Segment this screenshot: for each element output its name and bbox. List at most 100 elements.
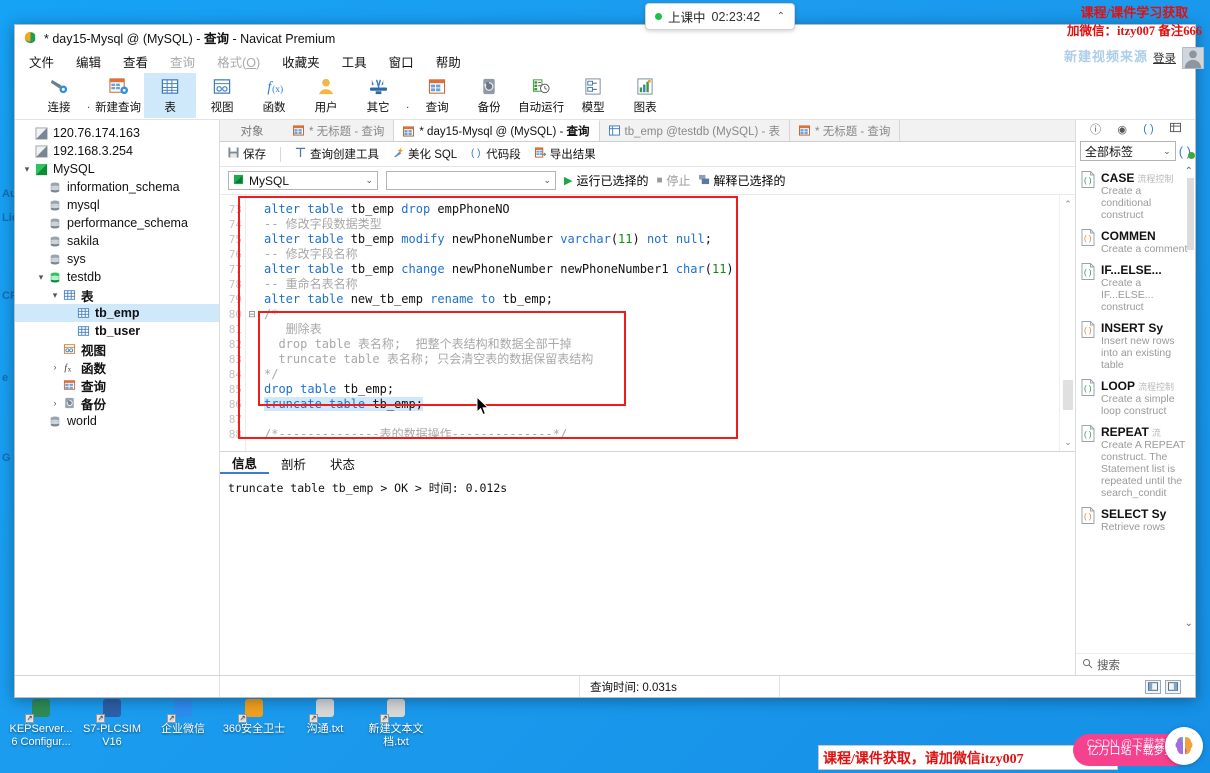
add-snippet-icon[interactable]: ( ) bbox=[1179, 144, 1195, 159]
code-line[interactable]: truncate table 表名称; 只会清空表的数据保留表结构 bbox=[264, 352, 1059, 367]
expand-arrow-icon[interactable]: ▾ bbox=[21, 164, 33, 175]
editor-scrollbar[interactable]: ⌃ ⌄ bbox=[1059, 195, 1075, 451]
code-line[interactable]: drop table tb_emp; bbox=[264, 382, 1059, 397]
chevron-up-icon[interactable]: ⌃ bbox=[777, 11, 785, 22]
toolbar-模型[interactable]: 模型 bbox=[567, 73, 619, 118]
tree-node-information_schema[interactable]: information_schema bbox=[15, 178, 219, 196]
code-line[interactable]: alter table tb_emp drop empPhoneNO bbox=[264, 202, 1059, 217]
tree-node-MySQL[interactable]: ▾ MySQL bbox=[15, 160, 219, 178]
code-line[interactable]: 删除表 bbox=[264, 322, 1059, 337]
result-tab-剖析[interactable]: 剖析 bbox=[269, 452, 318, 474]
tree-node-函数[interactable]: › f x 函数 bbox=[15, 358, 219, 376]
editor-tab-2[interactable]: tb_emp @testdb (MySQL) - 表 bbox=[599, 120, 791, 141]
tree-node-sakila[interactable]: sakila bbox=[15, 232, 219, 250]
snippet-panel[interactable]: ⓘ ◉ ( ) 全部标签 ⌄ ( ) ⌃ ⌄ ( ) CASE 流程控制 Cre… bbox=[1075, 120, 1195, 675]
main-toolbar[interactable]: 连接. 新建查询 表 视图 f (x) 函数 用户 其它. 查询 备份 自动运行 模型 图表 bbox=[15, 73, 1195, 120]
tree-node-视图[interactable]: 视图 bbox=[15, 340, 219, 358]
sql-editor-inner[interactable]: 73 74 75 76 77 78 79 80 81 82 83 84 85 86 87 88 ⊟ alter… bbox=[220, 195, 1059, 451]
expand-arrow-icon[interactable]: › bbox=[49, 362, 61, 372]
snippet-item-COMMEN[interactable]: ( ) COMMEN Create a comment bbox=[1076, 226, 1195, 260]
toolbar-备份[interactable]: 备份 bbox=[463, 73, 515, 118]
tree-node-查询[interactable]: 查询 bbox=[15, 376, 219, 394]
query-btn-查询创建工具[interactable]: 查询创建工具 bbox=[295, 146, 379, 162]
toolbar-视图[interactable]: 视图 bbox=[196, 73, 248, 118]
connection-select[interactable]: MySQL ⌄ bbox=[228, 171, 378, 190]
toolbar-表[interactable]: 表 bbox=[144, 73, 197, 118]
snippet-scroll-up[interactable]: ⌃ bbox=[1185, 166, 1193, 177]
desktop-icon-1[interactable]: ↗ S7-PLCSIM V16 bbox=[71, 697, 153, 749]
explain-selected-button[interactable]: 解释已选择的 bbox=[698, 172, 786, 189]
fold-gutter[interactable]: ⊟ bbox=[246, 195, 258, 451]
stop-button[interactable]: ■ 停止 bbox=[656, 172, 690, 189]
snippet-search[interactable]: 搜索 bbox=[1076, 653, 1195, 675]
menu-item-3[interactable]: 查询 bbox=[170, 52, 195, 71]
code-line[interactable]: -- 修改字段数据类型 bbox=[264, 217, 1059, 232]
snippet-item-INSERTSy[interactable]: ( ) INSERT Sy Insert new rows into an exis… bbox=[1076, 318, 1195, 376]
menu-bar[interactable]: 文件 编辑 查看 查询 格式(O) 收藏夹 工具 窗口 帮助 bbox=[15, 49, 1195, 73]
panel-icon-row[interactable]: ⓘ ◉ ( ) bbox=[1076, 120, 1195, 138]
fold-toggle-icon[interactable]: ⊟ bbox=[246, 307, 258, 322]
login-link[interactable]: 登录 bbox=[1153, 50, 1176, 66]
code-line[interactable]: /*--------------表的数据操作--------------*/ bbox=[264, 427, 1059, 442]
code-line[interactable]: */ bbox=[264, 367, 1059, 382]
tree-node-120.76.174.163[interactable]: 120.76.174.163 bbox=[15, 124, 219, 142]
desktop-icon-4[interactable]: ↗ 沟通.txt bbox=[284, 697, 366, 736]
code-line[interactable]: alter table tb_emp modify newPhoneNumber… bbox=[264, 232, 1059, 247]
scroll-up-arrow[interactable]: ⌃ bbox=[1060, 197, 1076, 211]
tab-strip[interactable]: 对象 * 无标题 - 查询 * day15-Mysql @ (MySQL) - 查… bbox=[220, 120, 1075, 142]
query-btn-代码段[interactable]: ( ) 代码段 bbox=[471, 146, 521, 162]
sql-code[interactable]: alter table tb_emp drop empPhoneNO -- 修改字… bbox=[258, 195, 1059, 451]
code-line[interactable]: -- 重命名表名称 bbox=[264, 277, 1059, 292]
toolbar-图表[interactable]: 图表 bbox=[619, 73, 671, 118]
class-status-widget[interactable]: 上课中 02:23:42 ⌃ bbox=[645, 3, 795, 30]
tree-node-tb_user[interactable]: tb_user bbox=[15, 322, 219, 340]
split-horizontal-icon[interactable] bbox=[1145, 679, 1161, 694]
tree-node-testdb[interactable]: ▾ testdb bbox=[15, 268, 219, 286]
toolbar-dropdown-caret[interactable]: . bbox=[87, 81, 90, 111]
eye-icon[interactable]: ◉ bbox=[1117, 123, 1127, 136]
snippet-item-REPEAT[interactable]: ( ) REPEAT 流 Create A REPEAT construct. The… bbox=[1076, 422, 1195, 504]
snippet-scroll-thumb[interactable] bbox=[1187, 178, 1194, 250]
tree-node-sys[interactable]: sys bbox=[15, 250, 219, 268]
code-line[interactable]: alter table tb_emp change newPhoneNumber… bbox=[264, 262, 1059, 277]
menu-item-5[interactable]: 收藏夹 bbox=[282, 52, 320, 71]
toolbar-其它[interactable]: 其它 bbox=[352, 73, 404, 118]
grid-icon[interactable] bbox=[1169, 122, 1181, 136]
editor-tab-3[interactable]: * 无标题 - 查询 bbox=[790, 120, 901, 141]
login-area[interactable]: 登录 bbox=[1153, 47, 1204, 69]
tree-node-mysql[interactable]: mysql bbox=[15, 196, 219, 214]
snippet-item-SELECTSy[interactable]: ( ) SELECT Sy Retrieve rows bbox=[1076, 504, 1195, 538]
scroll-thumb[interactable] bbox=[1063, 380, 1073, 410]
tree-node-world[interactable]: world bbox=[15, 412, 219, 430]
query-btn-美化 SQL[interactable]: 美化 SQL bbox=[393, 146, 457, 162]
code-line[interactable]: alter table new_tb_emp rename to tb_emp; bbox=[264, 292, 1059, 307]
tree-node-备份[interactable]: › 备份 bbox=[15, 394, 219, 412]
query-btn-导出结果[interactable]: 导出结果 bbox=[534, 146, 596, 162]
toolbar-dropdown-caret[interactable]: . bbox=[406, 81, 409, 111]
desktop-icon-2[interactable]: ↗ 企业微信 bbox=[142, 697, 224, 736]
snippet-list[interactable]: ⌃ ⌄ ( ) CASE 流程控制 Create a conditional cons… bbox=[1076, 164, 1195, 653]
snippet-filter-select[interactable]: 全部标签 ⌄ bbox=[1080, 141, 1176, 161]
snippet-filter-row[interactable]: 全部标签 ⌄ ( ) bbox=[1076, 138, 1195, 164]
menu-item-4[interactable]: 格式(O) bbox=[217, 52, 260, 71]
toolbar-新建查询[interactable]: 新建查询 bbox=[92, 73, 144, 118]
desktop-icon-5[interactable]: ↗ 新建文本文 档.txt bbox=[355, 697, 437, 749]
snippet-scroll-down[interactable]: ⌄ bbox=[1185, 618, 1193, 629]
split-vertical-icon[interactable] bbox=[1165, 679, 1181, 694]
expand-arrow-icon[interactable]: ▾ bbox=[35, 272, 47, 283]
connection-bar[interactable]: MySQL ⌄ ⌄ ▶ 运行已选择的 ■ 停止 解释已选择的 bbox=[220, 167, 1075, 194]
expand-arrow-icon[interactable]: › bbox=[49, 398, 61, 408]
menu-item-0[interactable]: 文件 bbox=[29, 52, 54, 71]
run-selected-button[interactable]: ▶ 运行已选择的 bbox=[564, 172, 648, 189]
database-tree[interactable]: 120.76.174.163 192.168.3.254 ▾ MySQL informa… bbox=[15, 120, 219, 675]
desktop-icon-0[interactable]: ↗ KEPServer... 6 Configur... bbox=[0, 697, 82, 749]
info-icon[interactable]: ⓘ bbox=[1090, 121, 1101, 137]
toolbar-用户[interactable]: 用户 bbox=[300, 73, 352, 118]
code-line[interactable]: drop table 表名称; 把整个表结构和数据全部干掉 bbox=[264, 337, 1059, 352]
object-tree-sidebar[interactable]: 120.76.174.163 192.168.3.254 ▾ MySQL informa… bbox=[15, 120, 220, 675]
editor-tab-1[interactable]: * day15-Mysql @ (MySQL) - 查询 bbox=[394, 120, 600, 141]
tree-node-tb_emp[interactable]: tb_emp bbox=[15, 304, 219, 322]
scroll-down-arrow[interactable]: ⌄ bbox=[1060, 435, 1076, 449]
menu-item-6[interactable]: 工具 bbox=[342, 52, 367, 71]
query-btn-保存[interactable]: 保存 bbox=[228, 146, 266, 162]
